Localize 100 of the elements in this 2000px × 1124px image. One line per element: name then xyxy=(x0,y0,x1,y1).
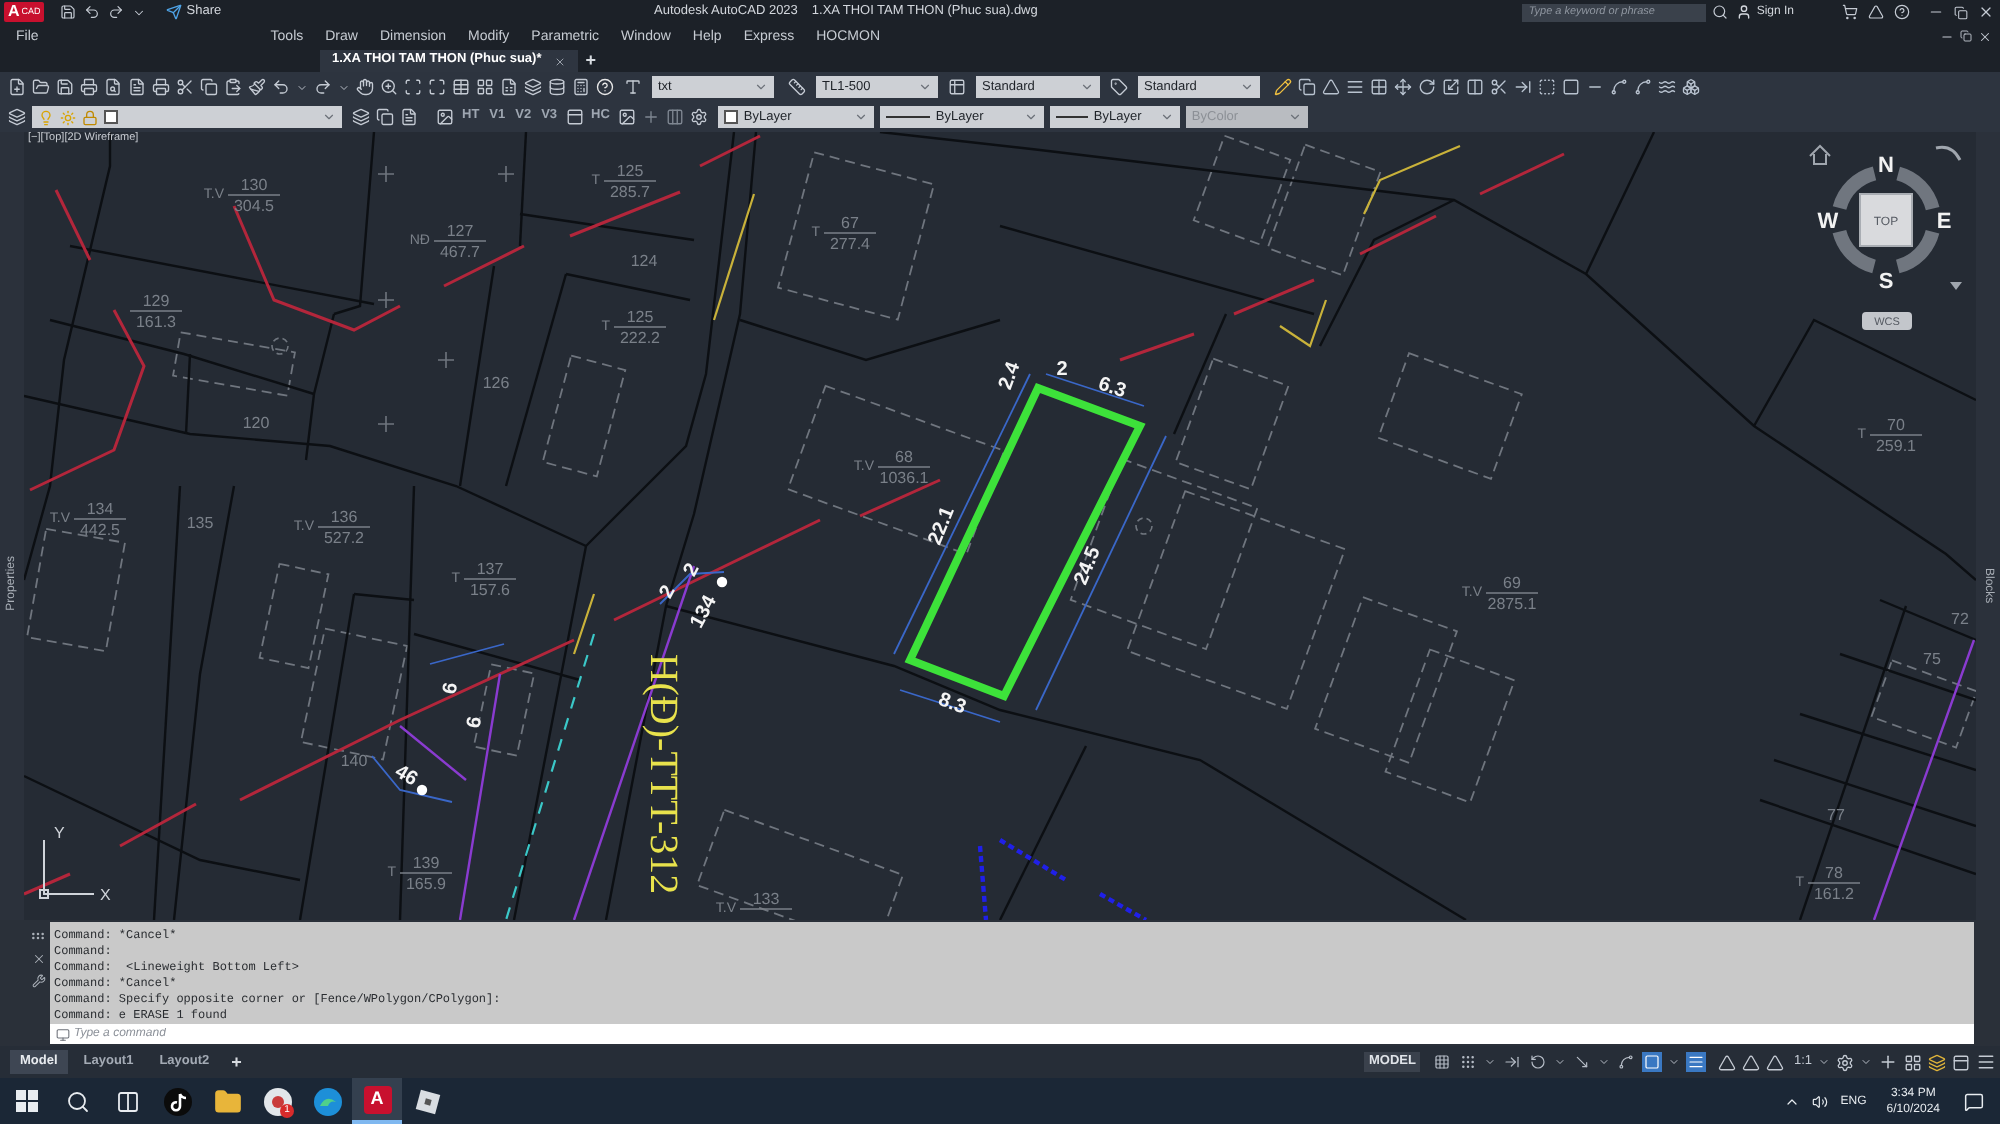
image-icon[interactable] xyxy=(436,108,454,126)
caret-down-icon[interactable] xyxy=(1483,1056,1496,1068)
circular-arrow-icon[interactable] xyxy=(1418,78,1436,96)
notification-icon[interactable] xyxy=(1964,1091,1984,1111)
arrow-to-line-icon[interactable] xyxy=(1514,78,1532,96)
printer-icon[interactable] xyxy=(152,78,170,96)
scissors-icon[interactable] xyxy=(1490,78,1508,96)
new-layout-button[interactable]: + xyxy=(227,1053,246,1071)
search-icon[interactable] xyxy=(1712,4,1729,20)
zoom-in-icon[interactable] xyxy=(380,78,398,96)
layers-icon[interactable] xyxy=(1928,1053,1946,1071)
taskbar-app-button[interactable]: A xyxy=(352,1078,402,1124)
ruler-icon[interactable] xyxy=(788,78,806,96)
arrow-to-line-icon[interactable] xyxy=(1501,1052,1522,1072)
grip-icon[interactable] xyxy=(30,928,46,944)
caret-down-icon[interactable] xyxy=(1667,1056,1680,1068)
corner-brackets-icon[interactable] xyxy=(428,78,446,96)
document-icon[interactable] xyxy=(400,108,418,126)
search-icon[interactable] xyxy=(65,1089,89,1113)
table-icon[interactable] xyxy=(452,78,470,96)
gear-icon[interactable] xyxy=(1836,1053,1854,1071)
wave-icon[interactable] xyxy=(1658,78,1676,96)
restore-icon[interactable] xyxy=(1960,30,1972,42)
curve-icon[interactable] xyxy=(1610,78,1628,96)
wrench-icon[interactable] xyxy=(32,974,46,988)
brush-icon[interactable] xyxy=(248,78,266,96)
help-icon[interactable] xyxy=(596,78,614,96)
help-icon[interactable] xyxy=(1894,4,1910,20)
corner-brackets-icon[interactable] xyxy=(404,78,422,96)
copy-icon[interactable] xyxy=(376,108,394,126)
cart-icon[interactable] xyxy=(1842,4,1858,20)
task-view-icon[interactable] xyxy=(115,1089,139,1113)
move-icon[interactable] xyxy=(1394,78,1412,96)
open-folder-icon[interactable] xyxy=(32,78,50,96)
circular-arrow-icon[interactable] xyxy=(1527,1052,1548,1072)
diagonal-arrow-icon[interactable] xyxy=(1571,1052,1592,1072)
caret-down-icon[interactable] xyxy=(1950,282,1962,290)
restore-icon[interactable] xyxy=(1954,5,1968,19)
square-icon[interactable] xyxy=(1641,1052,1662,1072)
triangle-icon[interactable] xyxy=(1322,78,1340,96)
gear-icon[interactable] xyxy=(689,108,708,126)
caret-down-icon[interactable] xyxy=(132,5,147,19)
text-icon[interactable] xyxy=(624,78,642,96)
layers-icon[interactable] xyxy=(352,108,370,126)
document-icon[interactable] xyxy=(128,78,146,96)
grid-icon[interactable] xyxy=(1431,1052,1452,1072)
caret-down-icon[interactable] xyxy=(1860,1056,1872,1068)
pencil-icon[interactable] xyxy=(1274,78,1292,96)
database-icon[interactable] xyxy=(548,78,566,96)
window-icon[interactable] xyxy=(1952,1053,1970,1071)
table-icon[interactable] xyxy=(948,78,966,96)
curve-icon[interactable] xyxy=(1615,1052,1636,1072)
boxes-icon[interactable] xyxy=(1682,78,1700,96)
undo-icon[interactable] xyxy=(272,78,290,96)
layers-icon[interactable] xyxy=(8,108,26,126)
grid-icon[interactable] xyxy=(1370,78,1388,96)
copy-icon[interactable] xyxy=(200,78,218,96)
grid-icon[interactable] xyxy=(476,78,494,96)
save-icon[interactable] xyxy=(56,78,74,96)
new-tab-button[interactable]: + xyxy=(577,50,604,72)
columns-icon[interactable] xyxy=(665,108,684,126)
grid-icon[interactable] xyxy=(1904,1053,1922,1071)
file-search-icon[interactable] xyxy=(104,78,122,96)
new-file-icon[interactable] xyxy=(8,78,26,96)
close-icon[interactable] xyxy=(1978,4,1994,20)
tag-icon[interactable] xyxy=(1110,78,1128,96)
lines-icon[interactable] xyxy=(1685,1052,1706,1072)
redo-icon[interactable] xyxy=(108,4,125,20)
copy-icon[interactable] xyxy=(1298,78,1316,96)
window-icon[interactable] xyxy=(565,108,584,126)
menu-icon[interactable] xyxy=(1976,1052,1996,1072)
square-icon[interactable] xyxy=(1562,78,1580,96)
speaker-icon[interactable] xyxy=(1812,1093,1829,1109)
arc-icon[interactable] xyxy=(1935,145,1962,161)
printer-icon[interactable] xyxy=(80,78,98,96)
home-icon[interactable] xyxy=(1809,144,1831,165)
image-icon[interactable] xyxy=(617,108,636,126)
caret-down-icon[interactable] xyxy=(1553,1056,1566,1068)
close-icon[interactable] xyxy=(1978,29,1992,43)
triangle-icon[interactable] xyxy=(1868,4,1884,20)
curve-icon[interactable] xyxy=(1634,78,1652,96)
scissors-icon[interactable] xyxy=(176,78,194,96)
close-tab-icon[interactable] xyxy=(553,55,566,67)
clipboard-icon[interactable] xyxy=(224,78,242,96)
caret-down-icon[interactable] xyxy=(1818,1056,1830,1068)
caret-down-icon[interactable] xyxy=(1597,1056,1610,1068)
layers-icon[interactable] xyxy=(524,78,542,96)
hand-icon[interactable] xyxy=(356,78,374,96)
columns-icon[interactable] xyxy=(1466,78,1484,96)
calculator-icon[interactable] xyxy=(572,78,590,96)
redo-icon[interactable] xyxy=(314,78,332,96)
dashed-square-icon[interactable] xyxy=(1538,78,1556,96)
close-icon[interactable] xyxy=(32,952,46,966)
start-icon[interactable] xyxy=(16,1090,38,1112)
dots-grid-icon[interactable] xyxy=(1457,1052,1478,1072)
plus-icon[interactable] xyxy=(1878,1052,1898,1072)
monitor-icon[interactable] xyxy=(56,1027,70,1041)
parallel-lines-icon[interactable] xyxy=(1346,78,1364,96)
undo-icon[interactable] xyxy=(84,4,101,20)
save-icon[interactable] xyxy=(60,4,77,20)
